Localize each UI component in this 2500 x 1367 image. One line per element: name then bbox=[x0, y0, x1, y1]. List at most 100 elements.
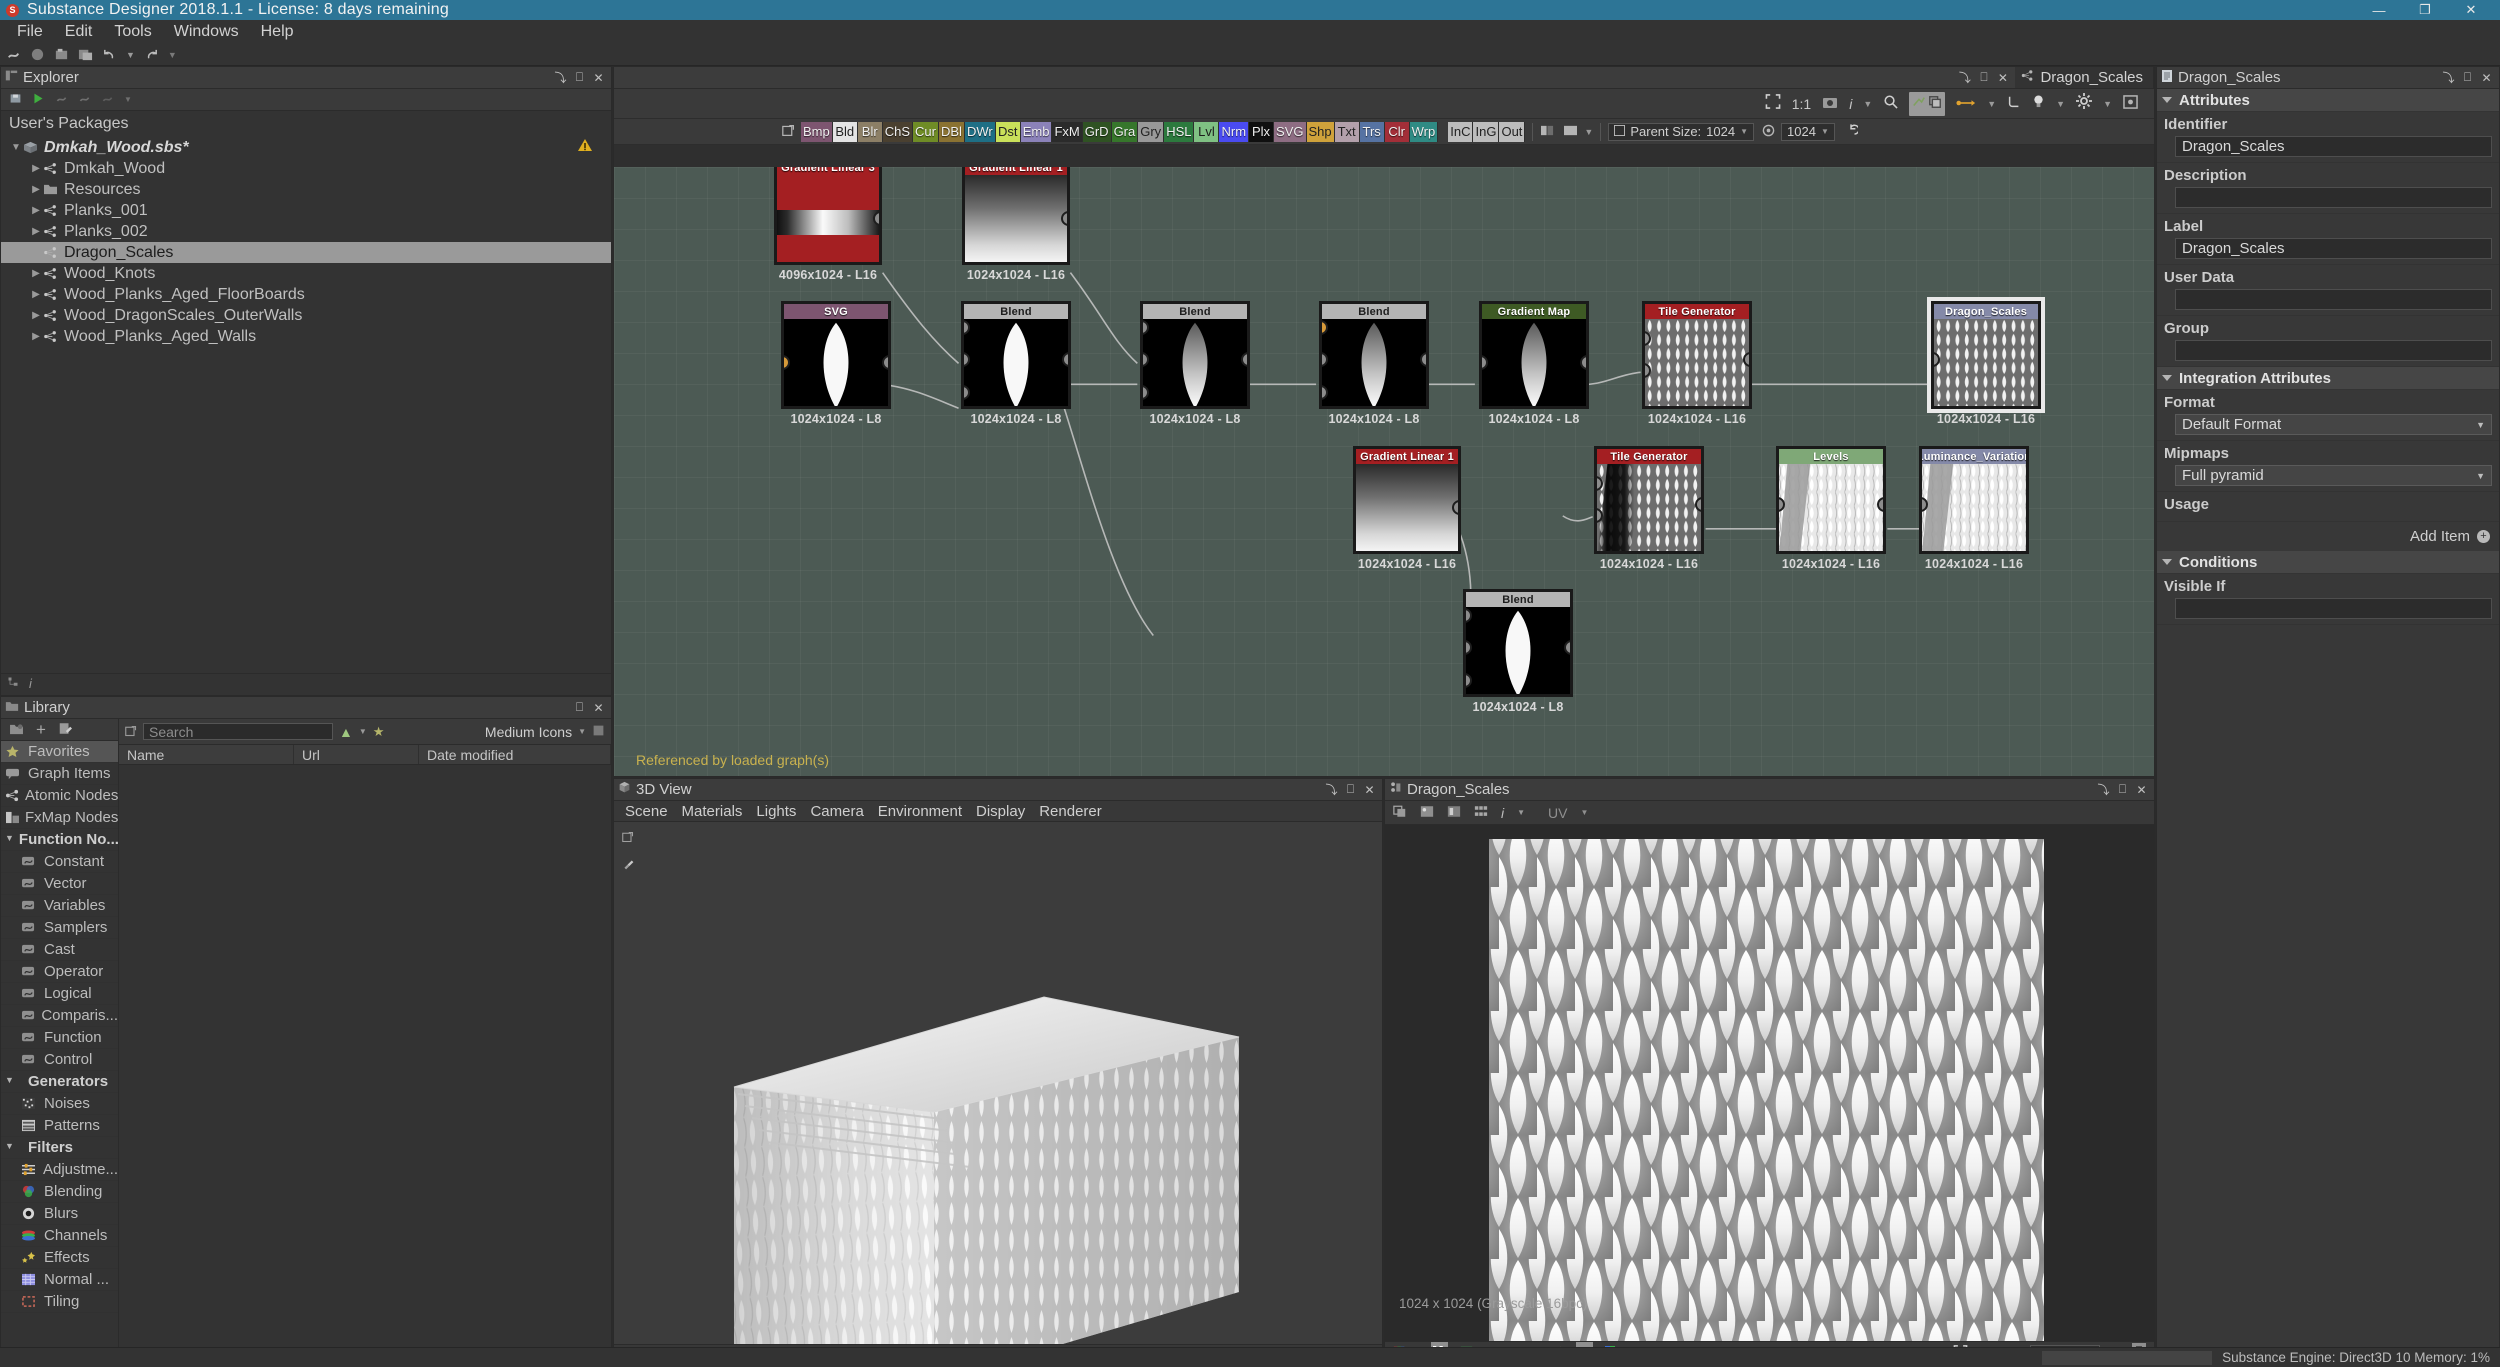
library-category-cast[interactable]: Cast bbox=[1, 939, 118, 961]
node-chip-bmp[interactable]: Bmp bbox=[801, 121, 833, 142]
view2d-maximize-icon[interactable]: ⎕ bbox=[2114, 781, 2131, 798]
new-package-icon[interactable] bbox=[6, 47, 21, 62]
zoom-ratio-label[interactable]: 1:1 bbox=[1792, 96, 1811, 112]
publish-icon[interactable] bbox=[55, 90, 68, 110]
node-chip-lvl[interactable]: Lvl bbox=[1194, 121, 1220, 142]
section-chevron-down-icon[interactable] bbox=[2162, 559, 2172, 565]
run-icon[interactable] bbox=[32, 90, 45, 110]
library-category-variables[interactable]: Variables bbox=[1, 895, 118, 917]
expand-chevron-right-icon[interactable]: ▶ bbox=[29, 226, 43, 237]
field-input[interactable] bbox=[2175, 187, 2492, 208]
expand-chevron-right-icon[interactable]: ▶ bbox=[29, 289, 43, 300]
node-body[interactable]: Dragon_Scales bbox=[1931, 301, 2041, 409]
graph-node-blend-2[interactable]: Blend 1024x1024 - L8 bbox=[1140, 301, 1250, 426]
library-category-constant[interactable]: Constant bbox=[1, 851, 118, 873]
node-chip-dst[interactable]: Dst bbox=[995, 121, 1021, 142]
route-icon[interactable] bbox=[2007, 94, 2021, 114]
node-body[interactable]: Luminance_Variation bbox=[1919, 446, 2029, 554]
edit-icon[interactable] bbox=[58, 720, 72, 740]
view3d-menu-display[interactable]: Display bbox=[969, 801, 1032, 822]
image2-icon[interactable] bbox=[1420, 803, 1434, 823]
library-category-generators[interactable]: ▼ Generators bbox=[1, 1071, 118, 1093]
parent-size-value[interactable]: 1024 bbox=[1706, 124, 1735, 139]
close-button[interactable]: ✕ bbox=[2448, 0, 2494, 20]
library-category-blending[interactable]: Blending bbox=[1, 1181, 118, 1203]
info-chevron-down-icon[interactable]: ▼ bbox=[1863, 99, 1872, 109]
chevron-down-icon[interactable]: ▼ bbox=[5, 1141, 23, 1155]
graph-node-tile-generator-1[interactable]: Tile Generator 1024x1024 - L16 bbox=[1642, 301, 1752, 426]
menu-file[interactable]: File bbox=[6, 20, 54, 44]
field-input[interactable] bbox=[2175, 598, 2492, 619]
node-output-pin[interactable] bbox=[1564, 640, 1570, 656]
node-chip-emb[interactable]: Emb bbox=[1020, 121, 1053, 142]
publish-chevron-down-icon[interactable]: ▼ bbox=[124, 95, 132, 104]
arrow-connect-icon[interactable] bbox=[1956, 94, 1976, 114]
section-chevron-down-icon[interactable] bbox=[2162, 97, 2172, 103]
explorer-item-dmkah-wood[interactable]: ▶ Dmkah_Wood bbox=[1, 158, 611, 179]
uv-label[interactable]: UV bbox=[1548, 805, 1567, 821]
library-category-tiling[interactable]: Tiling bbox=[1, 1291, 118, 1313]
node-chip-fxm[interactable]: FxM bbox=[1052, 121, 1083, 142]
properties-maximize-icon[interactable]: ⎕ bbox=[2459, 69, 2476, 86]
save-all-icon[interactable] bbox=[78, 47, 93, 62]
star-icon[interactable]: ★ bbox=[373, 724, 385, 740]
node-chip-dbl[interactable]: DBl bbox=[938, 121, 965, 142]
search-input[interactable]: Search bbox=[143, 723, 333, 740]
field-input[interactable]: Dragon_Scales bbox=[2175, 238, 2492, 259]
info-icon[interactable]: i bbox=[29, 676, 32, 691]
node-chip-chs[interactable]: ChS bbox=[882, 121, 914, 142]
node-output-pin[interactable] bbox=[1062, 352, 1068, 368]
view-options-icon[interactable] bbox=[592, 722, 605, 742]
node-chip-nrm[interactable]: Nrm bbox=[1219, 121, 1250, 142]
explorer-item-wood-dragonscales-outerwalls[interactable]: ▶ Wood_DragonScales_OuterWalls bbox=[1, 305, 611, 326]
node-body[interactable]: Gradient Linear 1 bbox=[962, 167, 1070, 265]
link-tools-group[interactable] bbox=[1909, 91, 1946, 116]
library-category-atomic-nodes[interactable]: Atomic Nodes bbox=[1, 785, 118, 807]
plus-icon[interactable]: + bbox=[2477, 530, 2490, 543]
library-results-area[interactable] bbox=[119, 765, 611, 1366]
node-chip-trs[interactable]: Trs bbox=[1359, 121, 1385, 142]
library-category-fxmap-nodes[interactable]: FxMap Nodes bbox=[1, 807, 118, 829]
node-body[interactable]: Blend bbox=[1140, 301, 1250, 409]
frame-icon[interactable] bbox=[2123, 94, 2138, 114]
size-chevron-down-icon[interactable]: ▼ bbox=[1821, 127, 1829, 136]
library-category-control[interactable]: Control bbox=[1, 1049, 118, 1071]
node-output-pin[interactable] bbox=[1420, 352, 1426, 368]
explorer-close-icon[interactable]: ✕ bbox=[590, 69, 607, 86]
view3d-menu-lights[interactable]: Lights bbox=[749, 801, 803, 822]
save-package-icon[interactable] bbox=[54, 47, 69, 62]
node-chip-plx[interactable]: Plx bbox=[1249, 121, 1275, 142]
arrow-chevron-down-icon[interactable]: ▼ bbox=[1987, 99, 1996, 109]
chevron-down-icon[interactable]: ▼ bbox=[2476, 471, 2485, 481]
graph-node-tile-generator-2[interactable]: Tile Generator 1024x1024 - L16 bbox=[1594, 446, 1704, 571]
menu-tools[interactable]: Tools bbox=[103, 20, 162, 44]
column-url[interactable]: Url bbox=[294, 745, 419, 764]
library-category-effects[interactable]: Effects bbox=[1, 1247, 118, 1269]
redo-chevron-down-icon[interactable]: ▼ bbox=[168, 50, 177, 60]
chevron-down-icon[interactable]: ▼ bbox=[2476, 420, 2485, 430]
copy-icon[interactable] bbox=[1393, 803, 1407, 823]
graph-node-gradient-map[interactable]: Gradient Map 1024x1024 - L8 bbox=[1479, 301, 1589, 426]
explorer-item-dragon-scales[interactable]: ▶ Dragon_Scales bbox=[1, 242, 611, 263]
gear-chevron-down-icon[interactable]: ▼ bbox=[2103, 99, 2112, 109]
library-category-favorites[interactable]: Favorites bbox=[1, 741, 118, 763]
node-output-pin[interactable] bbox=[1695, 497, 1701, 513]
view-mode-label[interactable]: Medium Icons bbox=[485, 724, 572, 740]
gear-icon[interactable] bbox=[2076, 93, 2093, 114]
node-chip-dwr[interactable]: DWr bbox=[964, 121, 996, 142]
explorer-package-row[interactable]: ▼ Dmkah_Wood.sbs* bbox=[1, 137, 611, 158]
snapshot-icon[interactable] bbox=[1822, 94, 1838, 114]
node-body[interactable]: Blend bbox=[1463, 589, 1573, 697]
library-category-noises[interactable]: Noises bbox=[1, 1093, 118, 1115]
section-chevron-down-icon[interactable] bbox=[2162, 375, 2172, 381]
tab-dragon-scales[interactable]: Dragon_Scales bbox=[2015, 67, 2154, 88]
explorer-item-wood-planks-aged-walls[interactable]: ▶ Wood_Planks_Aged_Walls bbox=[1, 326, 611, 347]
node-chip-blr[interactable]: Blr bbox=[857, 121, 883, 142]
node-body[interactable]: Blend bbox=[1319, 301, 1429, 409]
menu-help[interactable]: Help bbox=[250, 20, 305, 44]
node-body[interactable]: Gradient Map bbox=[1479, 301, 1589, 409]
tile-icon[interactable] bbox=[1474, 803, 1488, 823]
menu-windows[interactable]: Windows bbox=[163, 20, 250, 44]
explorer-item-wood-planks-aged-floorboards[interactable]: ▶ Wood_Planks_Aged_FloorBoards bbox=[1, 284, 611, 305]
view3d-menu-camera[interactable]: Camera bbox=[803, 801, 870, 822]
